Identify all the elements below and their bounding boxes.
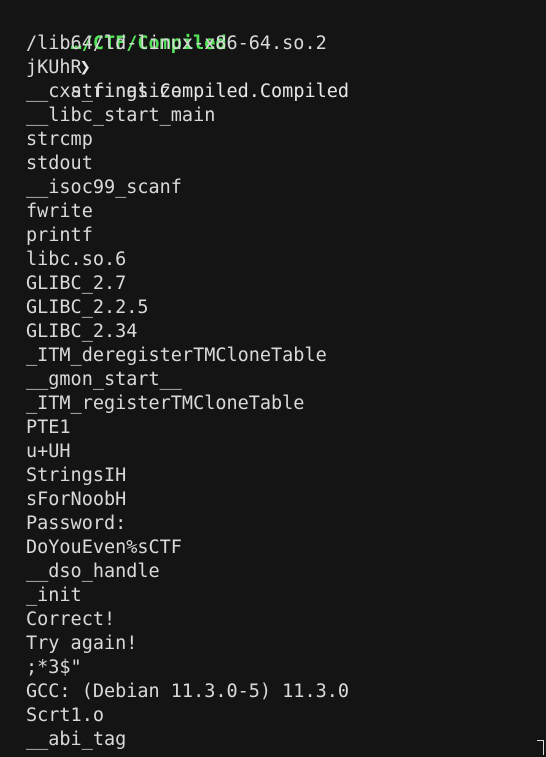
output-line: GLIBC_2.7: [26, 273, 127, 294]
output-line: jKUhR: [26, 57, 82, 78]
command-output: /lib64/ld-linux-x86-64.so.2 jKUhR __cxa_…: [26, 32, 349, 752]
prompt-line: …/CTF/Compiled ❯ strings Compiled.Compil…: [26, 8, 349, 102]
output-line: _init: [26, 585, 82, 606]
output-line: StringsIH: [26, 465, 127, 486]
output-line: _ITM_deregisterTMCloneTable: [26, 345, 327, 366]
text-cursor-icon: [537, 740, 544, 755]
output-line: stdout: [26, 153, 93, 174]
output-line: Scrt1.o: [26, 705, 104, 726]
output-line: ;*3$": [26, 657, 82, 678]
output-line: GCC: (Debian 11.3.0-5) 11.3.0: [26, 681, 350, 702]
output-line: fwrite: [26, 201, 93, 222]
output-line: __dso_handle: [26, 561, 160, 582]
output-line: strcmp: [26, 129, 93, 150]
output-line: __libc_start_main: [26, 105, 216, 126]
output-line: Correct!: [26, 609, 116, 630]
output-line: Try again!: [26, 633, 138, 654]
output-line: PTE1: [26, 417, 71, 438]
output-line: __gmon_start__: [26, 369, 182, 390]
output-line: GLIBC_2.2.5: [26, 297, 149, 318]
output-line: libc.so.6: [26, 249, 127, 270]
output-line: __abi_tag: [26, 729, 127, 750]
output-line: printf: [26, 225, 93, 246]
output-line: /lib64/ld-linux-x86-64.so.2: [26, 33, 327, 54]
output-line: _ITM_registerTMCloneTable: [26, 393, 305, 414]
terminal-window[interactable]: …/CTF/Compiled ❯ strings Compiled.Compil…: [0, 0, 546, 757]
output-line: DoYouEven%sCTF: [26, 537, 182, 558]
output-line: __isoc99_scanf: [26, 177, 182, 198]
output-line: GLIBC_2.34: [26, 321, 138, 342]
output-line: Password:: [26, 513, 127, 534]
output-line: __cxa_finalize: [26, 81, 182, 102]
output-line: sForNoobH: [26, 489, 127, 510]
output-line: u+UH: [26, 441, 71, 462]
